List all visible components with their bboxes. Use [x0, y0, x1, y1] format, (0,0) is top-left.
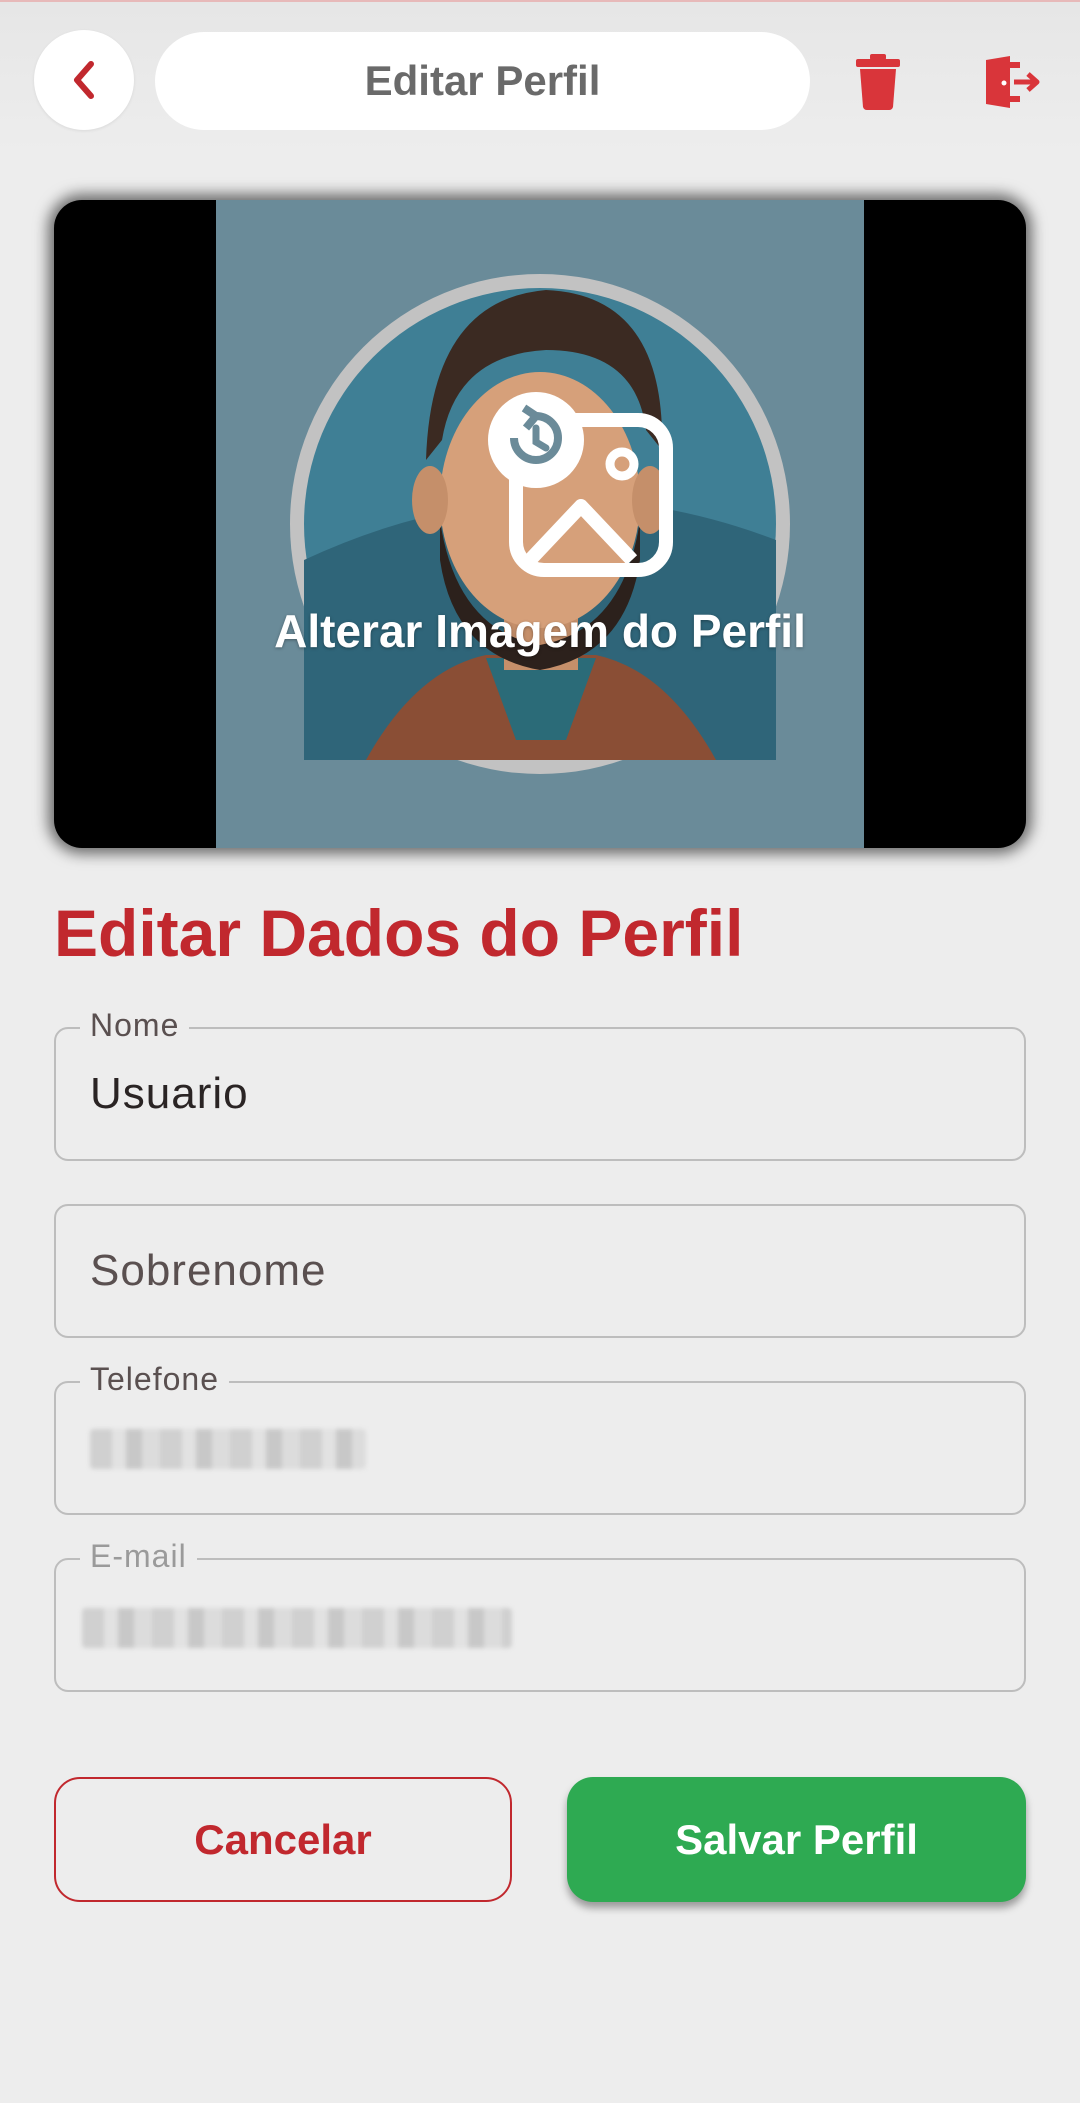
sobrenome-field[interactable]: Sobrenome	[54, 1204, 1026, 1338]
telefone-value-redacted	[90, 1429, 366, 1469]
trash-icon	[856, 54, 900, 110]
telefone-label: Telefone	[80, 1361, 229, 1398]
save-profile-button[interactable]: Salvar Perfil	[567, 1777, 1026, 1902]
email-field[interactable]: E-mail	[54, 1538, 1026, 1692]
sobrenome-placeholder: Sobrenome	[90, 1246, 327, 1295]
logout-button[interactable]	[982, 52, 1042, 112]
page-title: Editar Perfil	[155, 32, 810, 130]
telefone-field[interactable]: Telefone	[54, 1361, 1026, 1515]
email-value-redacted	[82, 1608, 512, 1648]
delete-profile-button[interactable]	[848, 52, 908, 112]
profile-image-card[interactable]: Alterar Imagem do Perfil	[54, 200, 1026, 848]
email-label: E-mail	[80, 1538, 197, 1575]
chevron-left-icon	[74, 61, 94, 99]
nome-label: Nome	[80, 1007, 190, 1044]
nome-field[interactable]: Nome Usuario	[54, 1007, 1026, 1161]
nome-value: Usuario	[90, 1069, 249, 1118]
section-title: Editar Dados do Perfil	[54, 896, 744, 970]
exit-door-icon	[986, 56, 1040, 108]
change-image-label: Alterar Imagem do Perfil	[274, 605, 806, 657]
cancel-button[interactable]: Cancelar	[54, 1777, 512, 1902]
change-image-icon	[488, 392, 673, 577]
back-button[interactable]	[34, 30, 134, 130]
top-app-bar: Editar Perfil	[0, 0, 1080, 152]
